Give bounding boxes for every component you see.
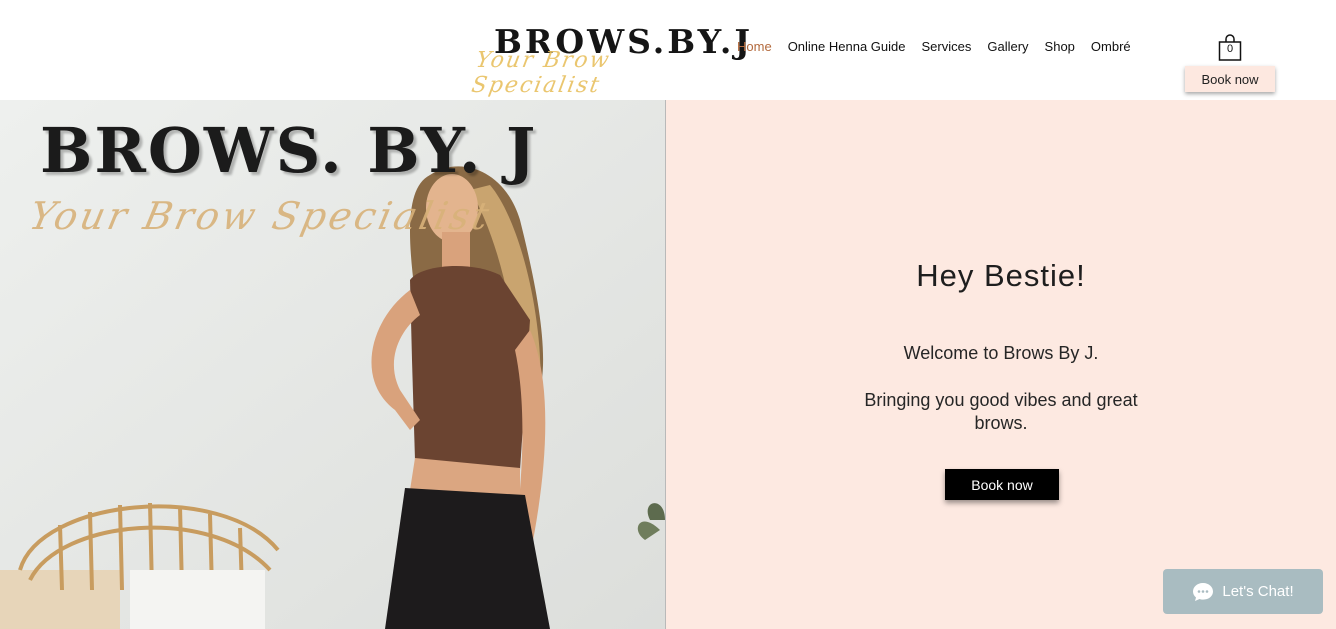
hero-welcome-text: Welcome to Brows By J. — [903, 343, 1099, 363]
hero-text-panel: Hey Bestie! Welcome to Brows By J. Bring… — [666, 100, 1336, 629]
cart-button[interactable]: 0 — [1218, 34, 1242, 62]
nav-item-ombre[interactable]: Ombré — [1091, 39, 1131, 59]
chat-bubble-icon — [1193, 582, 1214, 601]
cart-count: 0 — [1226, 43, 1234, 55]
nav-item-home[interactable]: Home — [737, 39, 772, 59]
logo-tagline: Your Brow Specialist — [469, 48, 613, 98]
chat-widget-button[interactable]: Let's Chat! — [1163, 569, 1323, 614]
hero-book-now-button[interactable]: Book now — [945, 469, 1059, 500]
header-book-now-button[interactable]: Book now — [1185, 66, 1275, 92]
chat-label: Let's Chat! — [1222, 583, 1294, 600]
main-nav: Home Online Henna Guide Services Gallery… — [737, 39, 1131, 59]
nav-item-shop[interactable]: Shop — [1045, 39, 1075, 59]
hero-tagline-text: Bringing you good vibes and great brows. — [864, 390, 1138, 433]
wall-sign-text: BROWS. BY. J — [40, 114, 538, 187]
hero-photo: BROWS. BY. J Your Brow Specialist — [0, 100, 666, 629]
nav-item-online-henna-guide[interactable]: Online Henna Guide — [788, 39, 906, 59]
wall-sign-script: Your Brow Specialist — [25, 194, 496, 238]
site-logo[interactable]: BROWS.BY.J Your Brow Specialist — [470, 18, 750, 98]
nav-item-gallery[interactable]: Gallery — [987, 39, 1028, 59]
nav-item-services[interactable]: Services — [922, 39, 972, 59]
hero-title: Hey Bestie! — [916, 258, 1086, 293]
site-header: BROWS.BY.J Your Brow Specialist Home Onl… — [0, 0, 1336, 100]
